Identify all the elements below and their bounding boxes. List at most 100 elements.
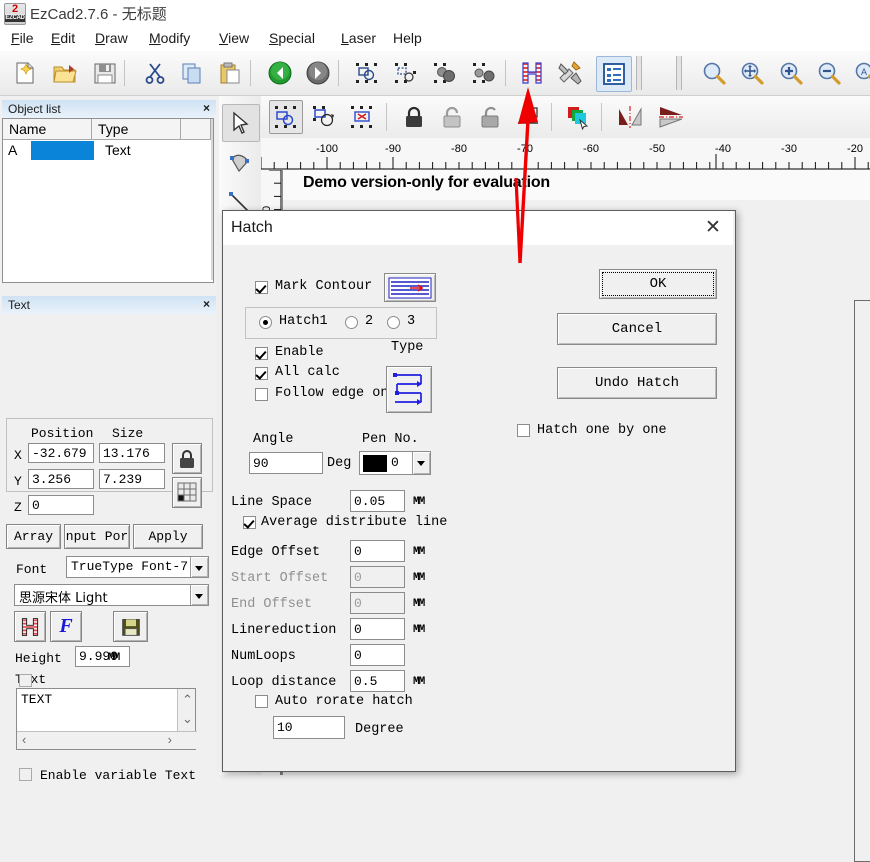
edge-offset-input[interactable] <box>350 540 405 562</box>
redo-icon[interactable] <box>301 56 335 90</box>
tools-icon[interactable] <box>554 56 588 90</box>
hatch2-radio[interactable] <box>345 316 358 329</box>
position-y-input[interactable] <box>28 469 94 489</box>
horizontal-ruler[interactable]: -100-90-80-70-60-50-40-30-20 <box>261 138 870 171</box>
size-x-input[interactable] <box>99 443 165 463</box>
ok-button[interactable]: OK <box>599 269 717 299</box>
position-z-input[interactable] <box>28 495 94 515</box>
hatch3-radio[interactable] <box>387 316 400 329</box>
hatch-contour-preview-icon[interactable] <box>384 273 436 302</box>
menu-draw[interactable]: Draw <box>92 29 131 47</box>
save-file-icon[interactable] <box>88 56 122 90</box>
textarea-vertical-scrollbar[interactable]: ⌃ ⌄ <box>177 689 195 733</box>
save-text-icon[interactable] <box>113 611 148 642</box>
size-y-input[interactable] <box>99 469 165 489</box>
rotate-degree-input[interactable] <box>273 716 345 739</box>
paste-icon[interactable] <box>213 56 247 90</box>
auto-rotate-hatch-checkbox[interactable] <box>255 695 268 708</box>
loop-distance-input[interactable] <box>350 670 405 692</box>
hatch-type-zigzag-icon[interactable] <box>386 366 432 413</box>
lock-ratio-icon[interactable] <box>172 443 202 474</box>
input-port-button[interactable]: nput Por <box>64 524 130 549</box>
align-bottom-icon[interactable] <box>511 100 545 134</box>
position-x-input[interactable] <box>28 443 94 463</box>
group-icon[interactable] <box>350 56 384 90</box>
menu-file[interactable]: File <box>8 29 37 47</box>
follow-edge-on-checkbox[interactable] <box>255 388 268 401</box>
open-file-icon[interactable] <box>48 56 82 90</box>
menu-modify[interactable]: Modify <box>146 29 193 47</box>
anchor-grid-icon[interactable] <box>172 477 202 508</box>
object-list-icon[interactable] <box>596 56 632 92</box>
ungroup-icon[interactable] <box>389 56 423 90</box>
close-icon[interactable]: ✕ <box>701 217 725 239</box>
line-space-input[interactable] <box>350 490 405 512</box>
pen-no-select[interactable]: 0 <box>359 451 431 475</box>
column-header-type[interactable]: Type <box>92 119 181 140</box>
new-file-icon[interactable] <box>8 56 42 90</box>
all-calc-checkbox[interactable] <box>255 367 268 380</box>
unlock-icon[interactable] <box>435 100 469 134</box>
combine-icon[interactable] <box>428 56 462 90</box>
object-list-scrollbar[interactable] <box>211 119 213 280</box>
menu-laser[interactable]: Laser <box>338 29 379 47</box>
column-header-name[interactable]: Name <box>3 119 92 140</box>
zoom-move-icon[interactable] <box>735 56 769 90</box>
zoom-pan-icon[interactable] <box>697 56 731 90</box>
zoom-all-icon[interactable]: A <box>849 56 870 90</box>
undo-icon[interactable] <box>263 56 297 90</box>
font-type-select[interactable]: TrueType Font-7( <box>66 556 209 578</box>
rotate-object-icon[interactable] <box>307 100 341 134</box>
chevron-up-icon[interactable]: ⌃ <box>182 692 193 708</box>
chevron-left-icon[interactable]: ‹ <box>22 732 26 747</box>
mirror-vertical-icon[interactable] <box>613 100 647 134</box>
enable-checkbox[interactable] <box>255 347 268 360</box>
hatch-icon[interactable] <box>515 56 549 90</box>
hatch-text-icon[interactable] <box>14 611 46 642</box>
object-name-selection[interactable] <box>31 141 94 160</box>
close-icon[interactable]: × <box>203 297 210 311</box>
mirror-horizontal-icon[interactable] <box>654 100 688 134</box>
array-button[interactable]: Array <box>6 524 61 549</box>
chevron-down-icon[interactable]: ⌄ <box>182 711 193 727</box>
hatch1-radio[interactable] <box>259 316 272 329</box>
mark-contour-checkbox[interactable] <box>255 281 268 294</box>
zoom-out-icon[interactable] <box>812 56 846 90</box>
menu-edit[interactable]: Edit <box>48 29 78 47</box>
line-reduction-input[interactable] <box>350 618 405 640</box>
hatch-one-by-one-checkbox[interactable] <box>517 424 530 437</box>
unlock-all-icon[interactable] <box>473 100 507 134</box>
menu-view[interactable]: View <box>216 29 252 47</box>
font-face-select[interactable]: 思源宋体 Light <box>14 584 209 606</box>
color-layers-icon[interactable] <box>561 100 595 134</box>
align-object-icon[interactable] <box>269 100 303 134</box>
chevron-down-icon[interactable] <box>190 557 208 577</box>
cancel-button[interactable]: Cancel <box>557 313 717 345</box>
apply-button[interactable]: Apply <box>133 524 203 549</box>
chevron-down-icon[interactable] <box>412 452 430 474</box>
average-distribute-line-checkbox[interactable] <box>243 516 256 529</box>
copy-icon[interactable] <box>175 56 209 90</box>
text-content-textarea[interactable]: TEXT ⌃ ⌄ ‹ › <box>16 688 196 750</box>
angle-input[interactable] <box>249 452 323 474</box>
chevron-right-icon[interactable]: › <box>168 732 172 747</box>
height-input[interactable] <box>75 646 130 667</box>
node-edit-tool-icon[interactable] <box>222 144 258 180</box>
object-list-table[interactable]: Name Type A Text <box>2 118 214 283</box>
break-icon[interactable] <box>467 56 501 90</box>
cut-icon[interactable] <box>138 56 172 90</box>
zoom-in-icon[interactable] <box>774 56 808 90</box>
textarea-horizontal-scrollbar[interactable]: ‹ › <box>17 731 197 749</box>
lock-icon[interactable] <box>397 100 431 134</box>
hatch-dialog[interactable]: Hatch ✕ Mark Contour Hatch1 2 3 Enable A… <box>222 210 736 772</box>
select-tool-icon[interactable] <box>222 104 260 142</box>
column-header-extra[interactable] <box>181 119 211 140</box>
font-format-icon[interactable]: F <box>50 611 82 642</box>
chevron-down-icon[interactable] <box>190 585 208 605</box>
close-icon[interactable]: × <box>203 101 210 115</box>
menu-help[interactable]: Help <box>390 29 425 47</box>
menu-special[interactable]: Special <box>266 29 318 47</box>
num-loops-input[interactable] <box>350 644 405 666</box>
undo-hatch-button[interactable]: Undo Hatch <box>557 367 717 399</box>
delete-object-icon[interactable] <box>345 100 379 134</box>
